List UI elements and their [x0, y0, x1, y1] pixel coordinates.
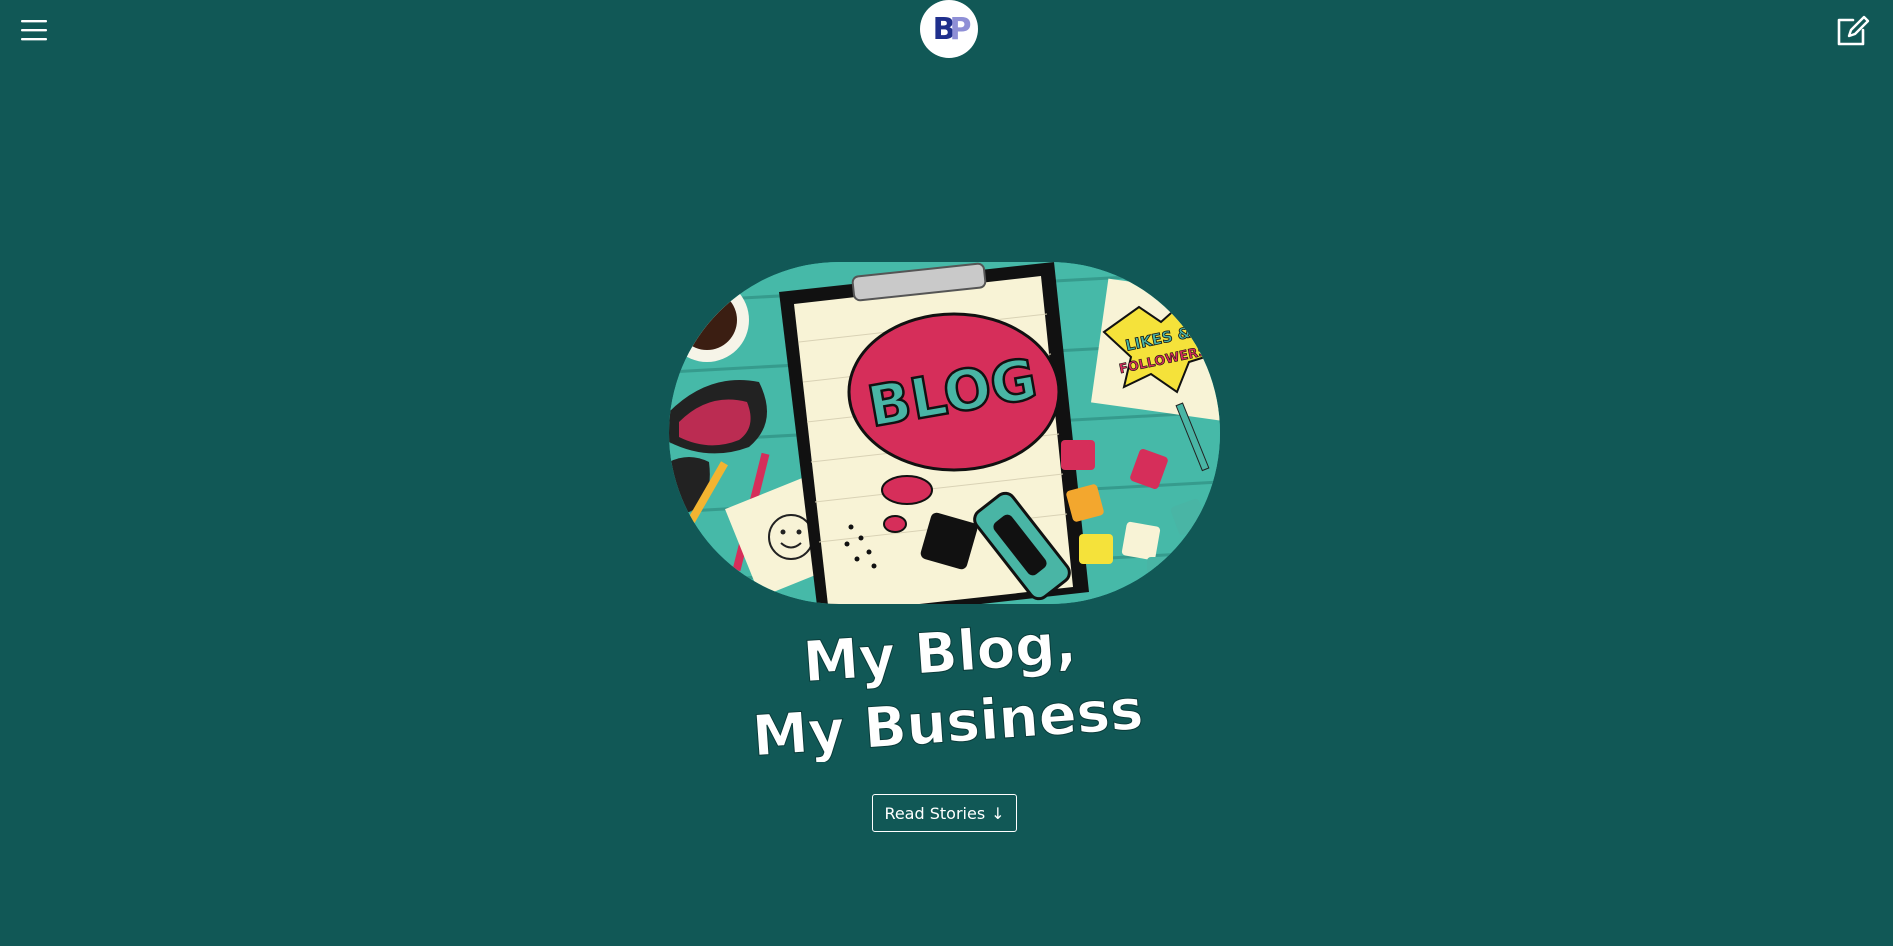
arrow-down-icon: ↓ — [991, 803, 1005, 823]
write-post-button[interactable] — [1835, 12, 1871, 48]
top-navigation-bar: BP — [0, 0, 1893, 60]
blog-desk-illustration: BLOG LIKES & FOLLOWERS — [669, 262, 1220, 604]
hero-title: My Blog, My Business — [700, 611, 1190, 770]
read-stories-label: Read Stories — [884, 803, 986, 823]
hero-title-line-1: My Blog, — [801, 612, 1078, 695]
hamburger-menu-icon — [21, 20, 47, 41]
read-stories-button[interactable]: Read Stories ↓ — [872, 794, 1017, 832]
logo-letter-p: P — [949, 12, 970, 47]
bp-logo-icon: BP — [933, 12, 977, 47]
svg-text:BP: BP — [933, 12, 971, 47]
hero-title-svg: My Blog, My Business — [750, 611, 1146, 770]
likes-followers-sticker-icon: LIKES & FOLLOWERS — [1091, 278, 1220, 421]
hero-blog-illustration: BLOG LIKES & FOLLOWERS — [669, 262, 1220, 604]
menu-button[interactable] — [18, 14, 50, 46]
site-logo[interactable]: BP — [920, 0, 978, 58]
edit-note-icon — [1837, 15, 1870, 46]
